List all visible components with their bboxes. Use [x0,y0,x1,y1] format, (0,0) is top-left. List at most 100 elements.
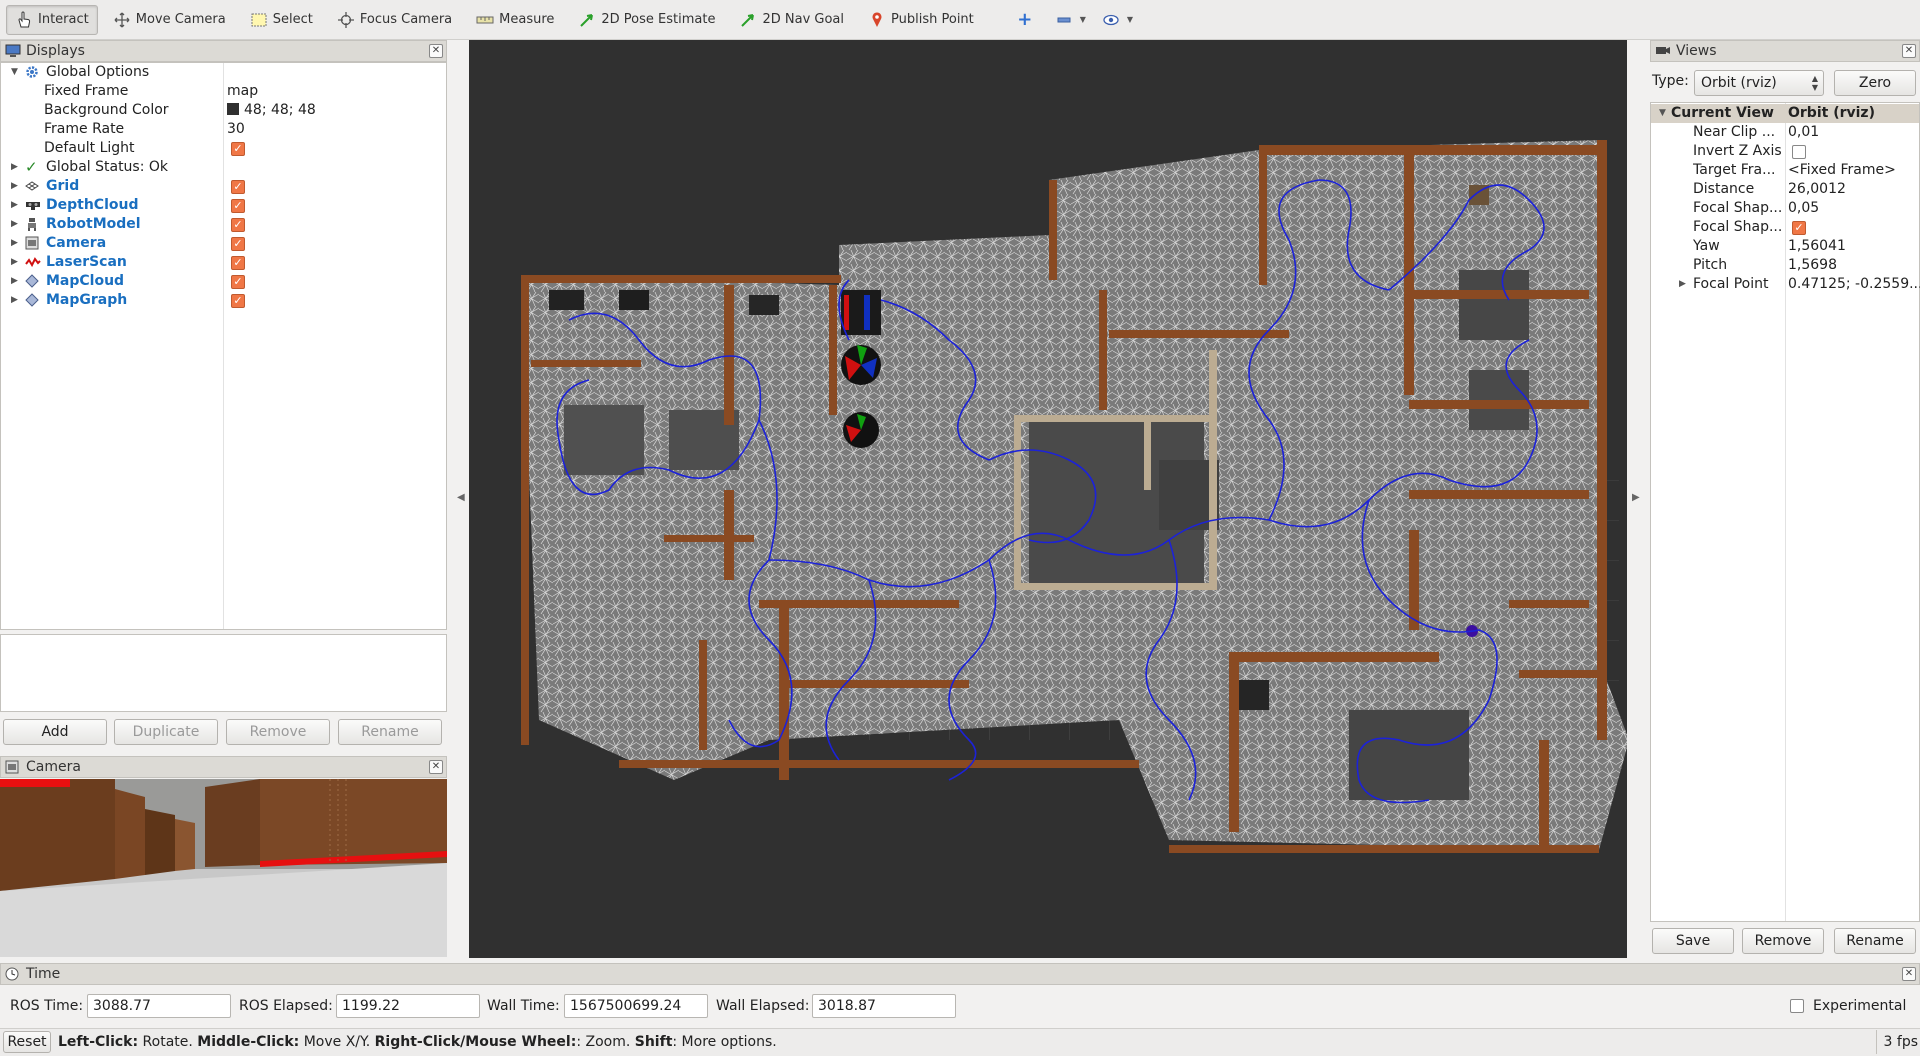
collapse-left-arrow-icon[interactable]: ◀ [457,492,465,503]
hint-right-click-desc: : Zoom. [576,1034,635,1050]
display-item-laserscan[interactable]: ▶ LaserScan ✓ [1,253,446,272]
current-view-row[interactable]: ▼ Current View Orbit (rviz) [1651,104,1919,123]
collapsed-arrow-icon[interactable]: ▶ [11,234,21,253]
collapsed-arrow-icon[interactable]: ▶ [11,196,21,215]
close-icon[interactable]: ✕ [429,44,443,58]
ros-time-field[interactable]: 3088.77 [87,994,231,1018]
view-prop-value[interactable]: 0.47125; -0.2559... [1788,275,1920,294]
frame-rate-value[interactable]: 30 [227,120,245,139]
view-prop-focal-shape-fixed[interactable]: Focal Shap... ✓ [1651,218,1919,237]
robot-icon [25,217,41,231]
rename-view-button[interactable]: Rename [1834,928,1916,954]
display-item-checkbox[interactable]: ✓ [231,275,245,289]
invert-z-checkbox[interactable] [1792,145,1806,159]
select-tool-button[interactable]: Select [241,5,322,35]
camera-image-view[interactable] [0,779,447,957]
close-icon[interactable]: ✕ [1902,44,1916,58]
view-prop-label: Focal Shap... [1693,219,1781,235]
view-prop-yaw[interactable]: Yaw 1,56041 [1651,237,1919,256]
remove-view-button[interactable]: Remove [1742,928,1824,954]
display-item-checkbox[interactable]: ✓ [231,180,245,194]
collapsed-arrow-icon[interactable]: ▶ [11,291,21,310]
view-prop-value[interactable]: 26,0012 [1788,180,1920,199]
display-item-camera[interactable]: ▶ Camera ✓ [1,234,446,253]
default-light-checkbox[interactable]: ✓ [231,142,245,156]
save-view-button[interactable]: Save [1652,928,1734,954]
close-icon[interactable]: ✕ [1902,967,1916,981]
view-prop-value[interactable]: 1,56041 [1788,237,1920,256]
display-item-label: Camera [46,235,107,251]
collapsed-arrow-icon[interactable]: ▶ [11,272,21,291]
collapsed-arrow-icon[interactable]: ▶ [1679,275,1686,294]
display-item-checkbox[interactable]: ✓ [231,199,245,213]
expanded-arrow-icon[interactable]: ▼ [1659,104,1666,123]
display-item-checkbox[interactable]: ✓ [231,294,245,308]
view-prop-focal-point[interactable]: ▶ Focal Point 0.47125; -0.2559... [1651,275,1920,294]
experimental-checkbox[interactable] [1790,999,1804,1013]
display-item-checkbox[interactable]: ✓ [231,256,245,270]
frame-rate-row[interactable]: Frame Rate 30 [1,120,446,139]
reset-button[interactable]: Reset [3,1031,51,1053]
default-light-row[interactable]: Default Light ✓ [1,139,446,158]
view-prop-value[interactable]: 0,05 [1788,199,1920,218]
remove-tool-button[interactable]: ▼ [1048,5,1093,35]
collapsed-arrow-icon[interactable]: ▶ [11,215,21,234]
add-tool-button[interactable]: + [1009,5,1046,35]
3d-render-view[interactable] [469,40,1627,958]
interact-tool-button[interactable]: Interact [6,4,98,35]
collapsed-arrow-icon[interactable]: ▶ [11,158,21,177]
display-item-mapcloud[interactable]: ▶ MapCloud ✓ [1,272,446,291]
global-options-row[interactable]: ▼ Global Options [1,63,446,82]
panels-tool-button[interactable]: ▼ [1095,5,1140,35]
add-display-button[interactable]: Add [3,719,107,745]
move-camera-tool-button[interactable]: Move Camera [104,5,235,35]
display-description-box [0,634,447,712]
view-prop-distance[interactable]: Distance 26,0012 [1651,180,1919,199]
display-item-checkbox[interactable]: ✓ [231,237,245,251]
fixed-frame-row[interactable]: Fixed Frame map [1,82,446,101]
publish-point-tool-button[interactable]: Publish Point [859,5,983,35]
display-item-checkbox[interactable]: ✓ [231,218,245,232]
2d-nav-goal-tool-button[interactable]: 2D Nav Goal [730,5,853,35]
fixed-frame-value[interactable]: map [227,82,258,101]
ros-elapsed-field[interactable]: 1199.22 [336,994,480,1018]
display-item-grid[interactable]: ▶ Grid ✓ [1,177,446,196]
view-prop-focal-shape-size[interactable]: Focal Shap... 0,05 [1651,199,1919,218]
view-prop-pitch[interactable]: Pitch 1,5698 [1651,256,1919,275]
wall-time-field[interactable]: 1567500699.24 [564,994,708,1018]
view-prop-value[interactable]: <Fixed Frame> [1788,161,1920,180]
color-swatch [227,103,239,115]
view-prop-target-frame[interactable]: Target Fra... <Fixed Frame> [1651,161,1919,180]
wall-elapsed-field[interactable]: 3018.87 [812,994,956,1018]
remove-display-button[interactable]: Remove [226,719,330,745]
background-color-row[interactable]: Background Color 48; 48; 48 [1,101,446,120]
view-prop-near-clip[interactable]: Near Clip ... 0,01 [1651,123,1919,142]
close-icon[interactable]: ✕ [429,760,443,774]
view-prop-value[interactable]: 0,01 [1788,123,1920,142]
focal-shape-checkbox[interactable]: ✓ [1792,221,1806,235]
ruler-icon [476,11,494,29]
expanded-arrow-icon[interactable]: ▼ [11,63,21,82]
focus-camera-icon [337,11,355,29]
view-prop-value[interactable]: 1,5698 [1788,256,1920,275]
display-item-depthcloud[interactable]: ▶ DepthCloud ✓ [1,196,446,215]
focus-camera-tool-button[interactable]: Focus Camera [328,5,461,35]
rename-display-button[interactable]: Rename [338,719,442,745]
view-prop-label: Focal Shap... [1693,200,1781,216]
display-item-mapgraph[interactable]: ▶ MapGraph ✓ [1,291,446,310]
collapsed-arrow-icon[interactable]: ▶ [11,177,21,196]
grid-icon [25,179,41,193]
zero-button[interactable]: Zero [1834,70,1916,96]
2d-pose-estimate-tool-button[interactable]: 2D Pose Estimate [569,5,724,35]
global-status-row[interactable]: ▶ ✓ Global Status: Ok [1,158,446,177]
background-color-value[interactable]: 48; 48; 48 [227,101,316,120]
view-type-select[interactable]: Orbit (rviz) ▲ ▼ [1694,70,1824,96]
status-hint: Left-Click: Rotate. Middle-Click: Move X… [58,1029,777,1055]
collapse-right-arrow-icon[interactable]: ▶ [1632,492,1640,503]
collapsed-arrow-icon[interactable]: ▶ [11,253,21,272]
duplicate-display-button[interactable]: Duplicate [114,719,218,745]
measure-tool-button[interactable]: Measure [467,5,563,35]
green-arrow-icon [739,11,757,29]
view-prop-invert-z[interactable]: Invert Z Axis [1651,142,1919,161]
display-item-robotmodel[interactable]: ▶ RobotModel ✓ [1,215,446,234]
